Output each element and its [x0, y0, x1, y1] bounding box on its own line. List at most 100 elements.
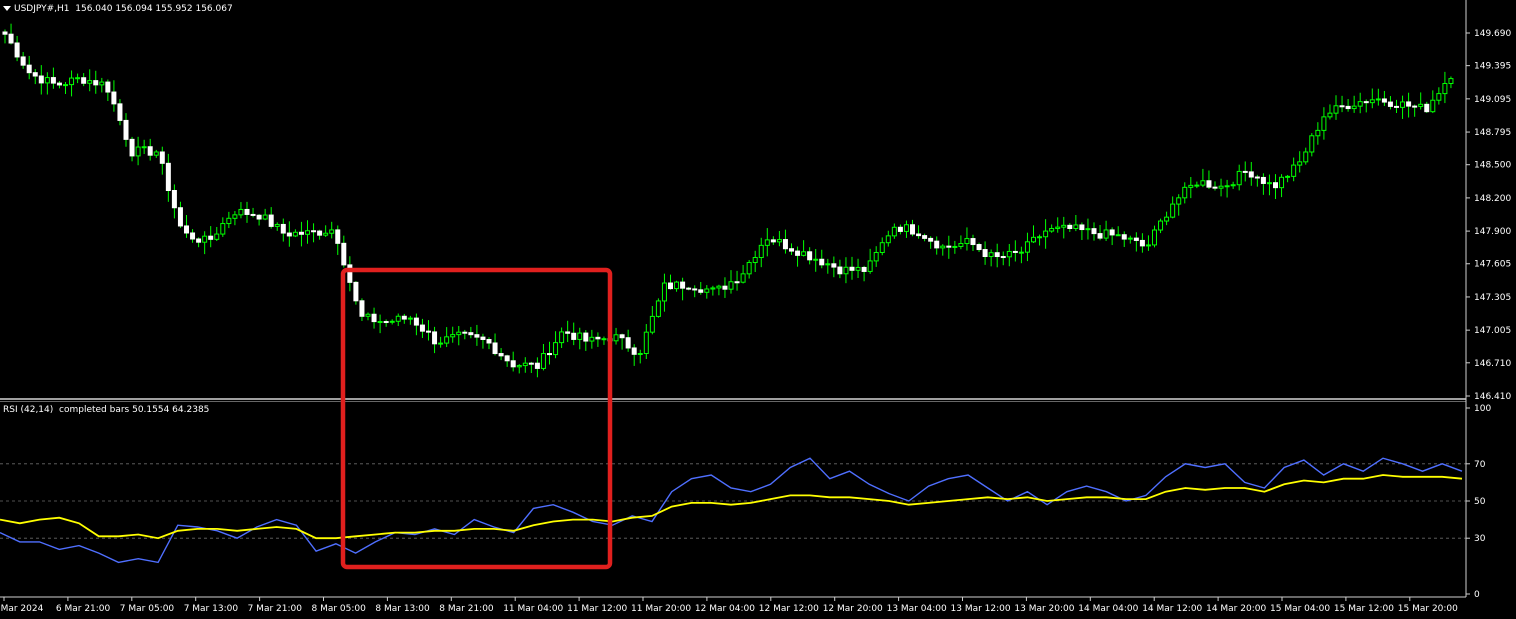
- time-tick-label: 14 Mar 20:00: [1206, 604, 1266, 614]
- candle-body: [661, 282, 667, 302]
- candle-body: [165, 162, 171, 191]
- price-tick-label: 147.900: [1474, 227, 1511, 237]
- candle-body: [305, 230, 310, 235]
- candle-body: [450, 334, 456, 338]
- candle-body: [540, 353, 546, 369]
- candle-body: [1103, 229, 1109, 239]
- price-tick-label: 149.395: [1474, 62, 1511, 72]
- price-tick-label: 146.410: [1474, 392, 1511, 402]
- candle-body: [1031, 236, 1036, 243]
- candle-body: [432, 331, 438, 345]
- candle-body: [1363, 101, 1369, 104]
- candle-body: [589, 336, 595, 342]
- candle-body: [843, 266, 849, 275]
- rsi-status: completed bars 50.1554 64.2385: [59, 405, 210, 415]
- candle-body: [256, 214, 262, 220]
- candle-body: [903, 224, 909, 232]
- candle-body: [565, 331, 571, 334]
- candle-body: [1266, 182, 1272, 185]
- candle-body: [631, 347, 637, 355]
- candle-body: [311, 230, 317, 233]
- candle-body: [419, 324, 425, 332]
- time-tick-label: 8 Mar 05:00: [312, 604, 367, 614]
- candle-body: [184, 225, 189, 234]
- candle-body: [1000, 256, 1006, 259]
- candle-body: [81, 77, 87, 84]
- dropdown-triangle-icon[interactable]: [3, 6, 11, 11]
- time-tick-label: 15 Mar 20:00: [1398, 604, 1458, 614]
- candle-body: [1436, 93, 1442, 101]
- candle-body: [38, 75, 44, 84]
- candle-body: [740, 273, 746, 283]
- candle-body: [1442, 82, 1448, 95]
- price-chart[interactable]: 149.690 149.395 149.095 148.795 148.500 148.2…: [0, 0, 1516, 619]
- candle-body: [1091, 228, 1097, 235]
- candle-body: [292, 231, 298, 237]
- candle-body: [1121, 234, 1127, 240]
- candle-body: [93, 80, 99, 86]
- price-tick-label: 148.200: [1474, 194, 1511, 204]
- candle-body: [232, 214, 238, 219]
- candle-body: [637, 353, 643, 356]
- candle-body: [1152, 229, 1157, 246]
- time-tick-label: 8 Mar 21:00: [439, 604, 494, 614]
- candle-body: [891, 226, 897, 237]
- candle-body: [329, 229, 335, 234]
- candle-body: [268, 214, 274, 227]
- time-tick-label: 15 Mar 12:00: [1334, 604, 1394, 614]
- candle-body: [1127, 237, 1133, 240]
- candle-body: [159, 151, 165, 164]
- candle-body: [1375, 98, 1381, 101]
- rsi-header: RSI (42,14) completed bars 50.1554 64.23…: [3, 405, 209, 415]
- candle-body: [87, 80, 93, 84]
- candle-body: [692, 288, 698, 291]
- time-tick-label: 7 Mar 05:00: [120, 604, 175, 614]
- candle-body: [770, 239, 776, 243]
- candle-body: [734, 281, 740, 284]
- candle-body: [1206, 180, 1212, 188]
- candle-body: [1139, 239, 1145, 247]
- candle-body: [625, 337, 631, 349]
- candle-body: [885, 235, 891, 244]
- time-tick-label: 6 Mar 2024: [0, 604, 44, 614]
- candle-body: [1412, 105, 1418, 108]
- candle-body: [2, 31, 8, 35]
- price-tick-label: 147.005: [1474, 326, 1511, 336]
- candle-body: [444, 336, 450, 344]
- time-tick-label: 13 Mar 04:00: [887, 604, 947, 614]
- candle-body: [982, 249, 988, 258]
- candle-body: [1273, 182, 1278, 189]
- candle-body: [1430, 99, 1436, 113]
- candle-body: [1279, 176, 1285, 189]
- candle-body: [438, 342, 444, 345]
- time-tick-label: 14 Mar 12:00: [1142, 604, 1202, 614]
- candle-body: [613, 334, 619, 342]
- candle-body: [776, 239, 782, 243]
- candle-body: [686, 287, 692, 290]
- candle-body: [934, 240, 940, 249]
- candle-body: [964, 238, 970, 245]
- candle-body: [764, 239, 770, 246]
- candle-body: [1164, 216, 1170, 222]
- candle-body: [553, 342, 559, 356]
- candle-body: [1037, 236, 1043, 239]
- candle-body: [1254, 176, 1260, 179]
- time-tick-label: 7 Mar 21:00: [248, 604, 303, 614]
- candle-body: [26, 64, 32, 74]
- candle-body: [752, 257, 758, 264]
- time-tick-label: 12 Mar 12:00: [759, 604, 819, 614]
- candle-body: [970, 238, 976, 246]
- candle-body: [668, 282, 673, 290]
- candle-body: [262, 214, 268, 220]
- candle-body: [528, 362, 534, 365]
- candle-body: [976, 244, 982, 251]
- candle-body: [250, 213, 256, 216]
- candle-body: [1230, 184, 1236, 187]
- candle-body: [655, 300, 661, 317]
- candle-body: [813, 258, 819, 261]
- candle-body: [837, 266, 843, 275]
- candle-body: [873, 251, 879, 262]
- candle-body: [559, 331, 565, 344]
- candle-body: [547, 353, 552, 356]
- candle-body: [1339, 105, 1345, 108]
